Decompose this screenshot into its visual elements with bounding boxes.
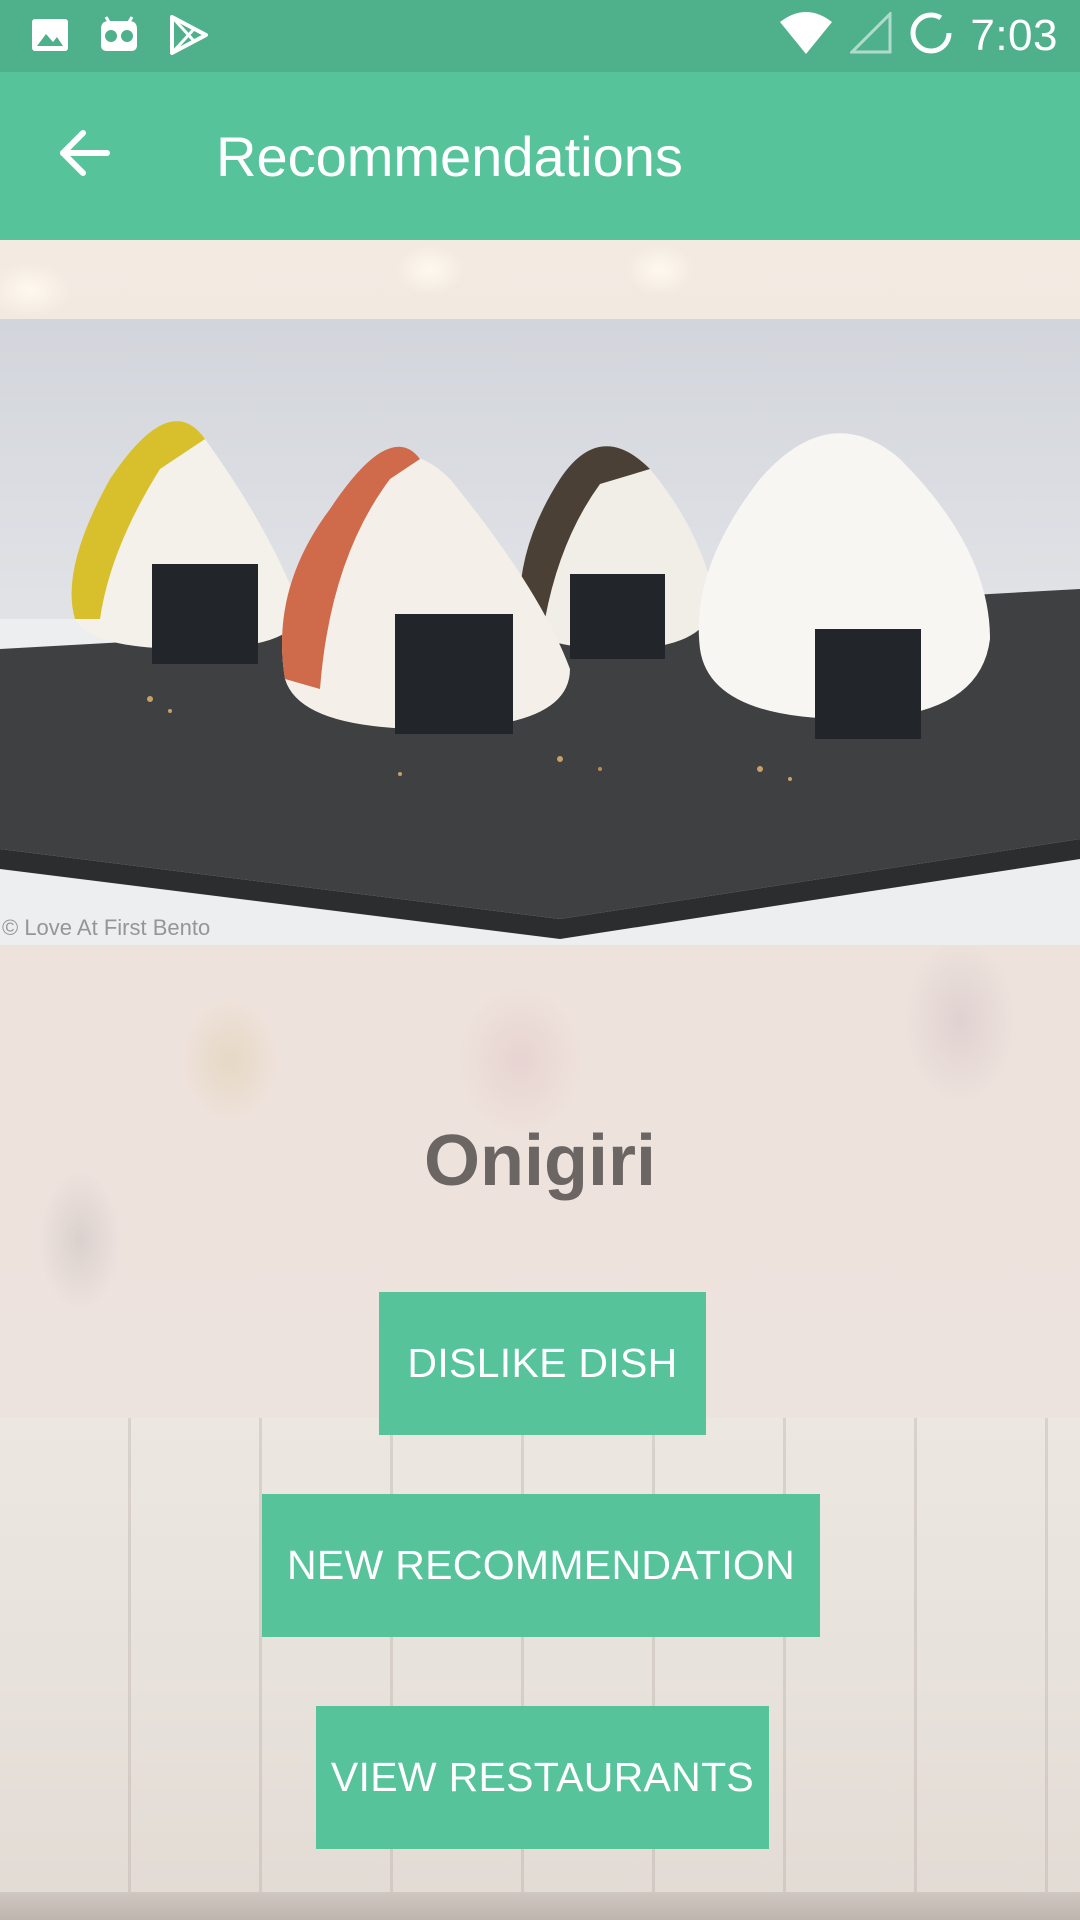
image-icon	[30, 15, 70, 60]
wifi-icon	[778, 10, 834, 61]
background-floor-edge	[0, 1892, 1080, 1920]
status-bar: 7:03	[0, 0, 1080, 72]
photo-credit: © Love At First Bento	[2, 915, 211, 940]
page-title: Recommendations	[216, 125, 683, 188]
app-bar: Recommendations	[0, 72, 1080, 240]
dislike-dish-button[interactable]: DISLIKE DISH	[379, 1292, 706, 1435]
android-icon	[96, 15, 142, 60]
cell-signal-icon	[848, 10, 892, 59]
new-recommendation-button[interactable]: NEW RECOMMENDATION	[262, 1494, 820, 1637]
status-right-icons: 7:03	[778, 10, 1058, 61]
back-button[interactable]	[40, 110, 130, 200]
arrow-left-icon	[59, 129, 111, 182]
play-store-icon	[168, 14, 210, 61]
dish-photo: © Love At First Bento	[0, 319, 1080, 945]
sync-icon	[908, 10, 954, 61]
status-left-icons	[30, 14, 210, 61]
status-time: 7:03	[970, 10, 1058, 60]
dish-name: Onigiri	[424, 1121, 656, 1201]
view-restaurants-button[interactable]: VIEW RESTAURANTS	[316, 1706, 769, 1849]
